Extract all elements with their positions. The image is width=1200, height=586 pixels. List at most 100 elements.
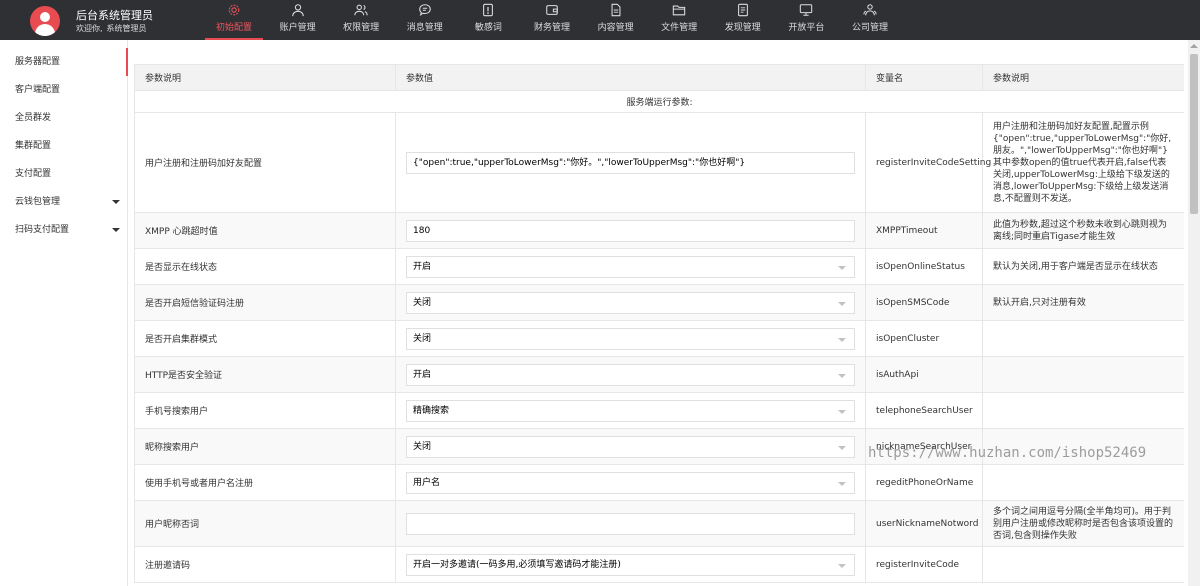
table-row: XMPP 心跳超时值 180 XMPPTimeout 此值为秒数,超过这个秒数未收到心… (134, 212, 1184, 249)
group-icon (863, 3, 877, 17)
system-title: 后台系统管理员 (76, 9, 153, 22)
nav-tab-7[interactable]: 文件管理 (648, 0, 710, 40)
nav-tab-5[interactable]: 财务管理 (521, 0, 583, 40)
table-row: 手机号搜索用户 精确搜索 telephoneSearchUser (134, 392, 1184, 429)
param-select[interactable]: 用户名 (406, 471, 855, 494)
param-name: 用户注册和注册码加好友配置 (134, 112, 396, 213)
nav-tab-2[interactable]: 权限管理 (330, 0, 392, 40)
param-name: 昵称搜索用户 (134, 428, 396, 465)
param-description (982, 546, 1184, 583)
param-description (982, 464, 1184, 501)
var-name: isAuthApi (865, 356, 983, 393)
nav-tab-10[interactable]: 公司管理 (839, 0, 901, 40)
avatar[interactable] (30, 6, 60, 36)
nav-tab-label: 消息管理 (406, 23, 443, 33)
users-icon (354, 3, 368, 17)
param-value-cell: 开启 (395, 248, 866, 285)
nav-tab-8[interactable]: 发现管理 (712, 0, 774, 40)
param-description: 默认开启,只对注册有效 (982, 284, 1184, 321)
document-icon (609, 3, 623, 17)
caret-down-icon (112, 200, 120, 204)
sidebar-item-3[interactable]: 集群配置 (0, 132, 128, 160)
sidebar-item-6[interactable]: 扫码支付配置 (0, 216, 128, 244)
var-name: registerInviteCode (865, 546, 983, 583)
folder-icon (672, 3, 686, 17)
param-name: 是否显示在线状态 (134, 248, 396, 285)
message-icon (418, 3, 432, 17)
param-select[interactable]: 关闭 (406, 291, 855, 314)
param-select[interactable]: 开启一对多邀请(一码多用,必须填写邀请码才能注册) (406, 553, 855, 576)
table-row: 是否开启集群模式 关闭 isOpenCluster (134, 320, 1184, 357)
col-header-param-value: 参数值 (395, 64, 866, 91)
top-navbar: 后台系统管理员 欢迎你, 系统管理员 初始配置 账户管理 权限管理 消息管理 敏感词 财务管… (0, 0, 1200, 40)
table-row: 注册邀请码 开启一对多邀请(一码多用,必须填写邀请码才能注册) registerIn… (134, 546, 1184, 583)
nav-tab-9[interactable]: 开放平台 (775, 0, 837, 40)
param-select[interactable]: 关闭 (406, 435, 855, 458)
col-header-var-name: 变量名 (865, 64, 983, 91)
nav-tab-4[interactable]: 敏感词 (457, 0, 519, 40)
sidebar-item-label: 集群配置 (15, 141, 52, 151)
param-description: 此值为秒数,超过这个秒数未收到心跳则视为离线;同时重启Tigase才能生效 (982, 212, 1184, 249)
param-name: 注册邀请码 (134, 546, 396, 583)
sidebar-item-1[interactable]: 客户端配置 (0, 76, 128, 104)
sidebar-item-label: 支付配置 (15, 169, 52, 179)
var-name: isOpenSMSCode (865, 284, 983, 321)
sidebar: 服务器配置客户端配置全员群发集群配置支付配置云钱包管理扫码支付配置 (0, 40, 128, 586)
param-name: 使用手机号或者用户名注册 (134, 464, 396, 501)
col-header-param-desc-2: 参数说明 (982, 64, 1184, 91)
param-input[interactable]: {"open":true,"upperToLowerMsg":"你好。","lo… (406, 151, 855, 174)
param-value-cell: 180 (395, 212, 866, 249)
param-value-cell: 精确搜索 (395, 392, 866, 429)
param-value-cell: {"open":true,"upperToLowerMsg":"你好。","lo… (395, 112, 866, 213)
param-value-cell: 关闭 (395, 320, 866, 357)
param-name: 是否开启集群模式 (134, 320, 396, 357)
param-description (982, 320, 1184, 357)
file-text-icon (736, 3, 750, 17)
sidebar-item-label: 客户端配置 (15, 85, 61, 95)
col-header-param-desc: 参数说明 (134, 64, 396, 91)
table-row: 用户注册和注册码加好友配置 {"open":true,"upperToLowerM… (134, 112, 1184, 213)
exclamation-icon (481, 3, 495, 17)
sidebar-item-label: 云钱包管理 (15, 197, 61, 207)
welcome-text: 欢迎你, 系统管理员 (76, 24, 147, 33)
table-row: 使用手机号或者用户名注册 用户名 regeditPhoneOrName (134, 464, 1184, 501)
nav-tab-3[interactable]: 消息管理 (394, 0, 456, 40)
var-name: regeditPhoneOrName (865, 464, 983, 501)
sidebar-item-2[interactable]: 全员群发 (0, 104, 128, 132)
param-select[interactable]: 精确搜索 (406, 399, 855, 422)
var-name: isOpenOnlineStatus (865, 248, 983, 285)
param-input[interactable] (406, 512, 855, 535)
gear-icon (227, 3, 241, 17)
nav-tab-1[interactable]: 账户管理 (267, 0, 329, 40)
param-value-cell: 开启一对多邀请(一码多用,必须填写邀请码才能注册) (395, 546, 866, 583)
page-scrollbar[interactable] (1188, 40, 1200, 586)
nav-tab-label: 敏感词 (474, 23, 502, 33)
param-input[interactable]: 180 (406, 219, 855, 242)
param-value-cell (395, 500, 866, 547)
nav-tab-0[interactable]: 初始配置 (203, 0, 265, 40)
param-select[interactable]: 关闭 (406, 327, 855, 350)
section-row: 服务端运行参数: (134, 90, 1184, 113)
sidebar-item-4[interactable]: 支付配置 (0, 160, 128, 188)
param-description: 多个词之间用逗号分隔(全半角均可)。用于判别用户注册或修改昵称时是否包含该项设置… (982, 500, 1184, 547)
nav-tab-6[interactable]: 内容管理 (585, 0, 647, 40)
var-name: registerInviteCodeSetting (865, 112, 991, 213)
nav-tab-label: 文件管理 (661, 23, 698, 33)
table-header-row: 参数说明 参数值 变量名 参数说明 (134, 64, 1184, 91)
param-description: 默认为关闭,用于客户端是否显示在线状态 (982, 248, 1184, 285)
sidebar-item-5[interactable]: 云钱包管理 (0, 188, 128, 216)
param-name: 手机号搜索用户 (134, 392, 396, 429)
param-select[interactable]: 开启 (406, 363, 855, 386)
nav-tab-label: 内容管理 (597, 23, 634, 33)
section-title: 服务端运行参数: (134, 90, 1184, 113)
username: 系统管理员 (106, 24, 147, 33)
sidebar-item-0[interactable]: 服务器配置 (0, 48, 128, 76)
param-name: 是否开启短信验证码注册 (134, 284, 396, 321)
param-value-cell: 用户名 (395, 464, 866, 501)
sidebar-item-label: 全员群发 (15, 113, 52, 123)
scroll-up-arrow-icon[interactable] (1190, 44, 1198, 48)
scroll-thumb[interactable] (1190, 54, 1198, 214)
param-description (982, 356, 1184, 393)
param-select[interactable]: 开启 (406, 255, 855, 278)
table-row: HTTP是否安全验证 开启 isAuthApi (134, 356, 1184, 393)
